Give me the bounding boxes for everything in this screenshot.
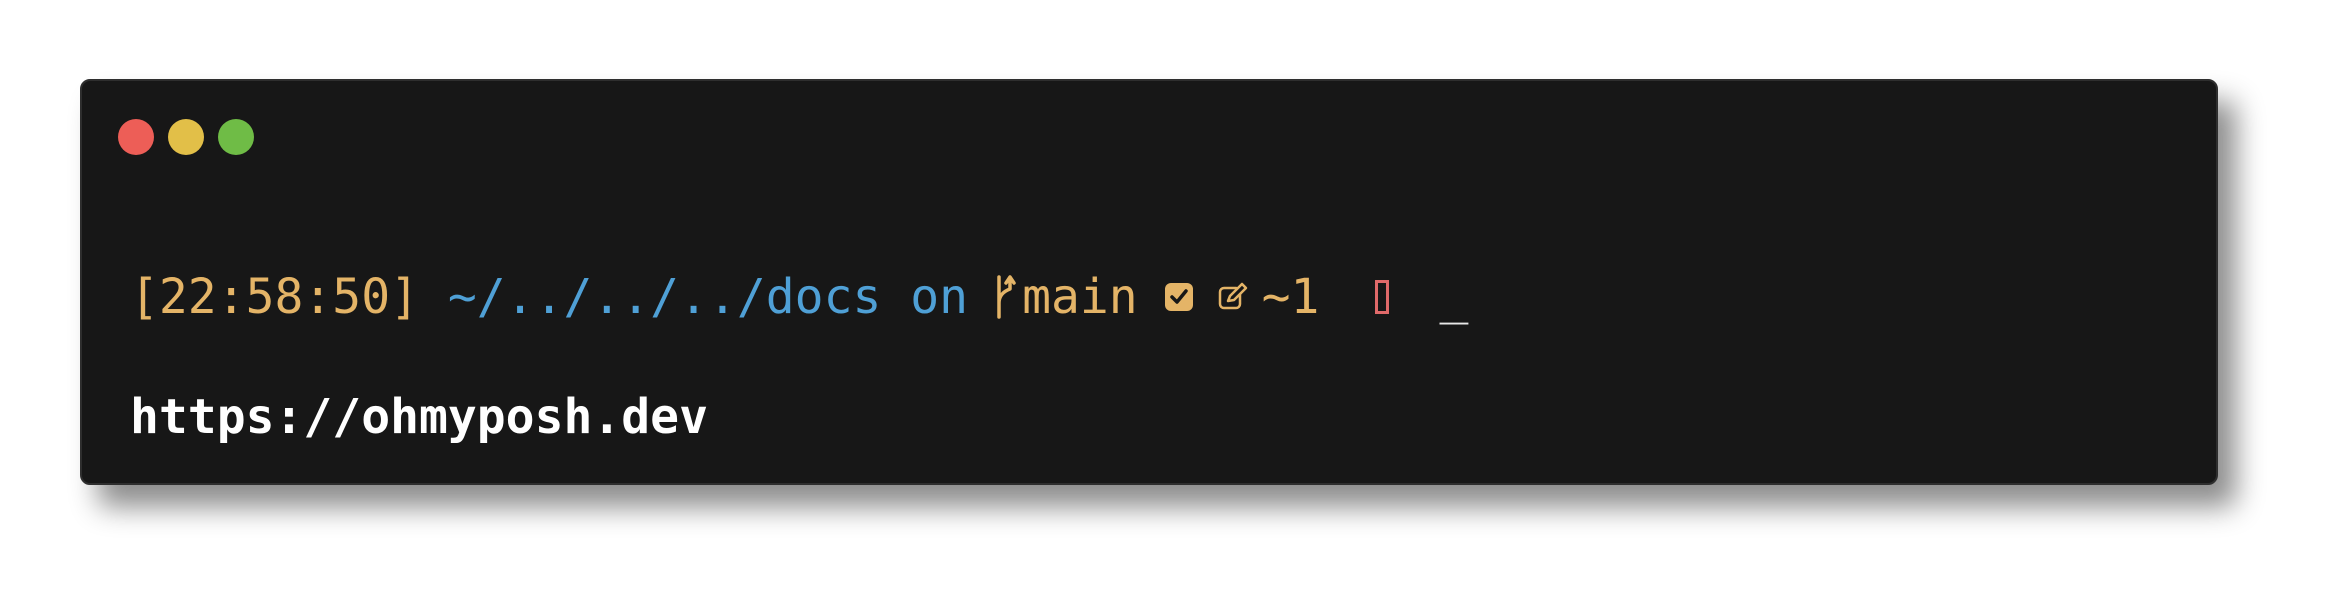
edit-icon [1218, 282, 1247, 310]
git-changes-count: ~1 [1261, 269, 1320, 325]
prompt-path-prefix: ~/../../../ [418, 269, 766, 325]
git-branch-name: main [1022, 269, 1138, 325]
prompt-time: [22:58:50] [130, 269, 419, 325]
prompt-line: [22:58:50] ~/../../../ docs on main ~1 _ [130, 267, 1468, 327]
prompt-path-dir: docs [765, 269, 882, 325]
check-square-icon [1164, 283, 1193, 311]
close-button[interactable] [118, 119, 154, 155]
prompt-on: on [881, 269, 969, 325]
maximize-button[interactable] [218, 119, 254, 155]
window-controls [118, 119, 254, 155]
terminal-window: [22:58:50] ~/../../../ docs on main ~1 _… [80, 79, 2218, 485]
git-branch-icon [997, 275, 1016, 319]
text-cursor[interactable]: _ [1439, 269, 1468, 325]
output-url: https://ohmyposh.dev [130, 389, 708, 445]
minimize-button[interactable] [168, 119, 204, 155]
missing-glyph-icon [1375, 280, 1390, 314]
